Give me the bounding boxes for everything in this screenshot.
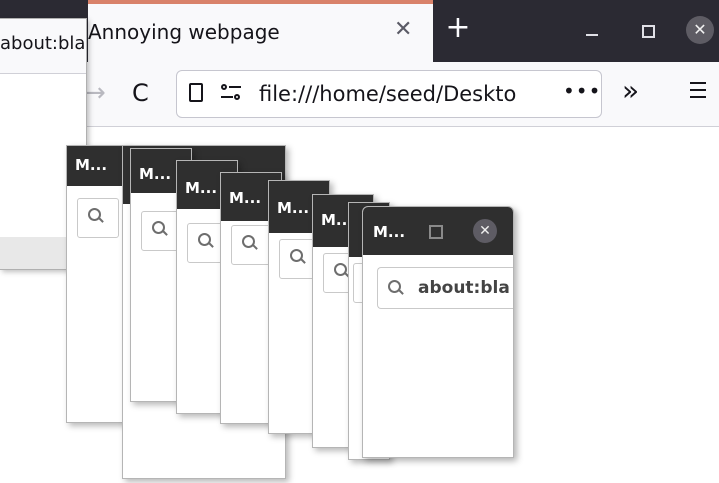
navigation-toolbar: → C file:///home/seed/Deskto ••• » — [0, 62, 719, 127]
popup-window-front[interactable]: M... ✕ about:bla — [362, 206, 514, 458]
popup-url-text[interactable]: about:bla — [418, 278, 510, 298]
search-icon — [198, 233, 211, 246]
search-icon — [88, 208, 101, 221]
popup-window[interactable]: M... — [66, 145, 130, 423]
close-window-button[interactable]: ✕ — [686, 16, 714, 44]
address-bar[interactable]: file:///home/seed/Deskto ••• — [176, 70, 602, 118]
popup-title: M... — [75, 156, 108, 174]
popup-title: M.. — [321, 211, 348, 229]
popup-title: M... — [185, 179, 218, 197]
close-icon[interactable]: ✕ — [473, 219, 497, 243]
popup-title-bar: M... — [67, 146, 129, 186]
permissions-icon[interactable] — [221, 82, 243, 104]
popup-title-bar: M... ✕ — [363, 207, 513, 255]
search-icon — [152, 221, 165, 234]
close-icon: ✕ — [693, 20, 707, 39]
page-icon — [189, 83, 203, 102]
minimize-button[interactable] — [578, 16, 606, 44]
url-text[interactable]: file:///home/seed/Deskto — [259, 82, 529, 106]
popup-title: M... — [139, 165, 172, 183]
back-button-icon[interactable]: → — [84, 78, 106, 108]
popup-url-box[interactable] — [77, 198, 119, 238]
popup-url-text[interactable]: about:bla — [0, 33, 86, 54]
tab-close-icon[interactable]: ✕ — [394, 18, 412, 42]
popup-url-bar: about:bla — [0, 19, 86, 74]
search-icon — [388, 280, 401, 293]
popup-title: M... — [229, 189, 262, 207]
tab-annoying-webpage[interactable]: Annoying webpage ✕ — [88, 4, 433, 62]
page-actions-icon[interactable]: ••• — [563, 79, 601, 103]
tab-title: Annoying webpage — [88, 20, 280, 44]
popup-url-box[interactable] — [231, 225, 273, 265]
maximize-icon[interactable] — [429, 225, 443, 239]
toolbar-overflow-icon[interactable]: » — [622, 76, 639, 106]
search-icon — [334, 263, 347, 276]
reload-button-icon[interactable]: C — [132, 78, 149, 108]
popup-title: M... — [373, 223, 406, 241]
popup-url-box[interactable]: about:bla — [377, 267, 513, 309]
maximize-button[interactable] — [633, 16, 661, 44]
search-icon — [290, 249, 303, 262]
hamburger-menu-icon[interactable] — [690, 82, 706, 98]
popup-title: M... — [277, 199, 310, 217]
search-icon — [242, 235, 255, 248]
new-tab-button[interactable]: + — [443, 13, 473, 44]
